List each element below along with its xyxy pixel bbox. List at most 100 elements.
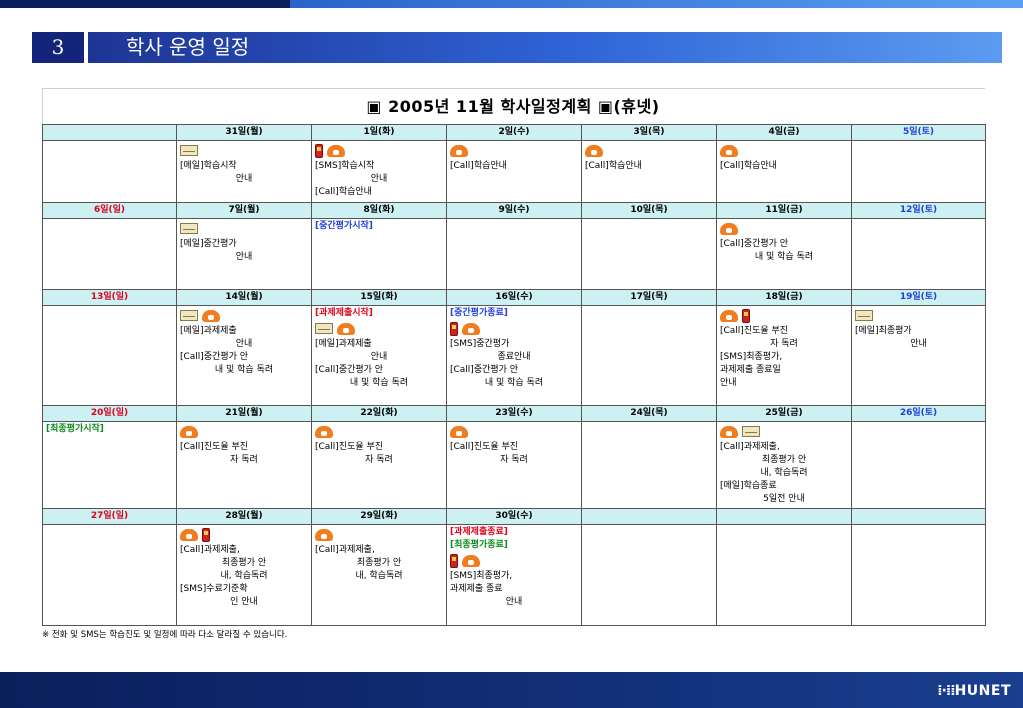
event-text: 최종평가 안 — [761, 455, 807, 465]
event-text: [SMS]중간평가 — [450, 339, 510, 349]
channel-icons — [315, 424, 443, 440]
day-header-cell: 31일(월) — [176, 124, 312, 141]
channel-icons — [450, 424, 578, 440]
channel-icons — [450, 553, 578, 569]
event-text: [Call]학습안내 — [585, 161, 642, 171]
schedule-tag: [최종평가시작] — [46, 424, 104, 434]
week-header-row: 31일(월) 1일(화) 2일(수) 3일(목) 4일(금) 5일(토) — [42, 124, 986, 141]
calendar-table: 31일(월) 1일(화) 2일(수) 3일(목) 4일(금) 5일(토) [메일]학습시작 안… — [42, 124, 986, 626]
footnote: ※ 전화 및 SMS는 학습진도 및 일정에 따라 다소 달라질 수 있습니다. — [42, 630, 288, 640]
channel-icons — [720, 143, 848, 159]
day-event-cell: [중간평가시작] — [311, 218, 447, 290]
channel-icons — [720, 308, 848, 324]
day-header-cell — [716, 508, 852, 525]
day-header-cell: 15일(화) — [311, 289, 447, 306]
channel-icons — [180, 143, 308, 159]
day-header-cell: 18일(금) — [716, 289, 852, 306]
day-header-cell: 25일(금) — [716, 405, 852, 422]
day-header-cell: 30일(수) — [446, 508, 582, 525]
event-text: 안내 — [910, 339, 927, 349]
day-header-cell: 9일(수) — [446, 202, 582, 219]
day-event-cell — [446, 218, 582, 290]
channel-icons — [315, 321, 443, 337]
event-text: [SMS]최종평가, — [720, 352, 783, 362]
phone-icon — [450, 145, 468, 157]
phone-icon — [315, 426, 333, 438]
day-header-cell: 11일(금) — [716, 202, 852, 219]
event-text: 자 독려 — [500, 455, 528, 465]
event-text: [Call]중간평가 안 — [450, 365, 519, 375]
day-header-cell: 28일(월) — [176, 508, 312, 525]
top-bar-accent — [290, 0, 1023, 8]
event-text: 내, 학습독려 — [760, 468, 808, 478]
day-event-cell — [42, 218, 177, 290]
day-event-cell — [581, 218, 717, 290]
week-events-row: [메일]과제제출 안내 [Call]중간평가 안내 및 학습 독려 [과제제출시작][… — [42, 305, 986, 406]
event-text: [메일]학습시작 — [180, 161, 237, 171]
day-event-cell — [716, 524, 852, 626]
day-event-cell: [SMS]학습시작 안내 [Call]학습안내 — [311, 140, 447, 203]
event-text: 내 및 학습 독려 — [214, 365, 274, 375]
day-header-cell: 17일(목) — [581, 289, 717, 306]
event-text: [SMS]수료기준확 — [180, 584, 248, 594]
section-title: 학사 운영 일정 — [126, 35, 250, 59]
event-text: 내 및 학습 독려 — [349, 378, 409, 388]
phone-icon — [450, 426, 468, 438]
day-header-cell — [851, 508, 986, 525]
top-bar — [0, 0, 1023, 8]
phone-icon — [202, 310, 220, 322]
day-header-cell: 3일(목) — [581, 124, 717, 141]
day-header-cell: 8일(화) — [311, 202, 447, 219]
day-header-cell: 10일(목) — [581, 202, 717, 219]
day-event-cell — [581, 524, 717, 626]
day-header-cell: 20일(일) — [42, 405, 177, 422]
event-text: [Call]학습안내 — [720, 161, 777, 171]
section-title-bar: 3 학사 운영 일정 — [32, 32, 1002, 63]
day-header-cell: 13일(일) — [42, 289, 177, 306]
channel-icons — [450, 143, 578, 159]
day-header-cell: 24일(목) — [581, 405, 717, 422]
day-event-cell — [42, 524, 177, 626]
section-divider — [84, 32, 88, 63]
week-events-row: [메일]학습시작 안내 [SMS]학습시작 안내 [Call]학습안내 [Call]학습안… — [42, 140, 986, 203]
day-event-cell: [Call]진도율 부진 자 독려 [SMS]최종평가, 과제제출 종료일 안내 — [716, 305, 852, 406]
day-event-cell: [메일]학습시작안내 — [176, 140, 312, 203]
event-text: 안내 — [505, 597, 523, 607]
event-text: [Call]진도율 부진 — [720, 326, 789, 336]
channel-icons — [180, 221, 308, 237]
event-text: 과제제출 종료일 — [720, 365, 781, 375]
event-text: 최종평가 안 — [221, 558, 267, 568]
day-event-cell — [581, 305, 717, 406]
channel-icons — [315, 143, 443, 159]
event-text: 안내 — [370, 352, 388, 362]
event-text: 내, 학습독려 — [220, 571, 268, 581]
phone-icon — [180, 426, 198, 438]
event-text: [Call]학습안내 — [450, 161, 507, 171]
week-events-row: [메일]중간평가 안내 [중간평가시작] [Call]중간평가 안내 및 학습 독려 — [42, 218, 986, 290]
day-event-cell: [메일]최종평가안내 — [851, 305, 986, 406]
event-text: 자 독려 — [770, 339, 798, 349]
day-header-cell: 4일(금) — [716, 124, 852, 141]
day-header-cell: 19일(토) — [851, 289, 986, 306]
day-header-cell: 26일(토) — [851, 405, 986, 422]
event-text: [SMS]최종평가, — [450, 571, 513, 581]
day-event-cell: [과제제출시작] [메일]과제제출 안내 [Call]중간평가 안내 및 학습 독려 — [311, 305, 447, 406]
event-text: [Call]진도율 부진 — [450, 442, 519, 452]
event-text: [SMS]학습시작 — [315, 161, 375, 171]
day-header-cell — [581, 508, 717, 525]
day-header-cell: 12일(토) — [851, 202, 986, 219]
event-text: 안내 — [370, 174, 388, 184]
day-event-cell: [과제제출종료] [최종평가종료] [SMS]최종평가, 과제제출 종료 안내 — [446, 524, 582, 626]
day-event-cell: [Call]과제제출, 최종평가 안 내, 학습독려 — [311, 524, 447, 626]
calendar-title: ▣ 2005년 11월 학사일정계획 ▣(휴넷) — [366, 97, 660, 116]
event-text: 안내 — [235, 174, 253, 184]
event-text: 내, 학습독려 — [355, 571, 403, 581]
channel-icons — [720, 221, 848, 237]
mail-icon — [742, 426, 760, 437]
phone-icon — [720, 145, 738, 157]
mobile-icon — [202, 528, 210, 542]
event-text: [메일]과제제출 — [315, 339, 372, 349]
event-text: [메일]최종평가 — [855, 326, 912, 336]
event-text: 자 독려 — [365, 455, 393, 465]
schedule-tag: [중간평가종료] — [450, 308, 508, 318]
